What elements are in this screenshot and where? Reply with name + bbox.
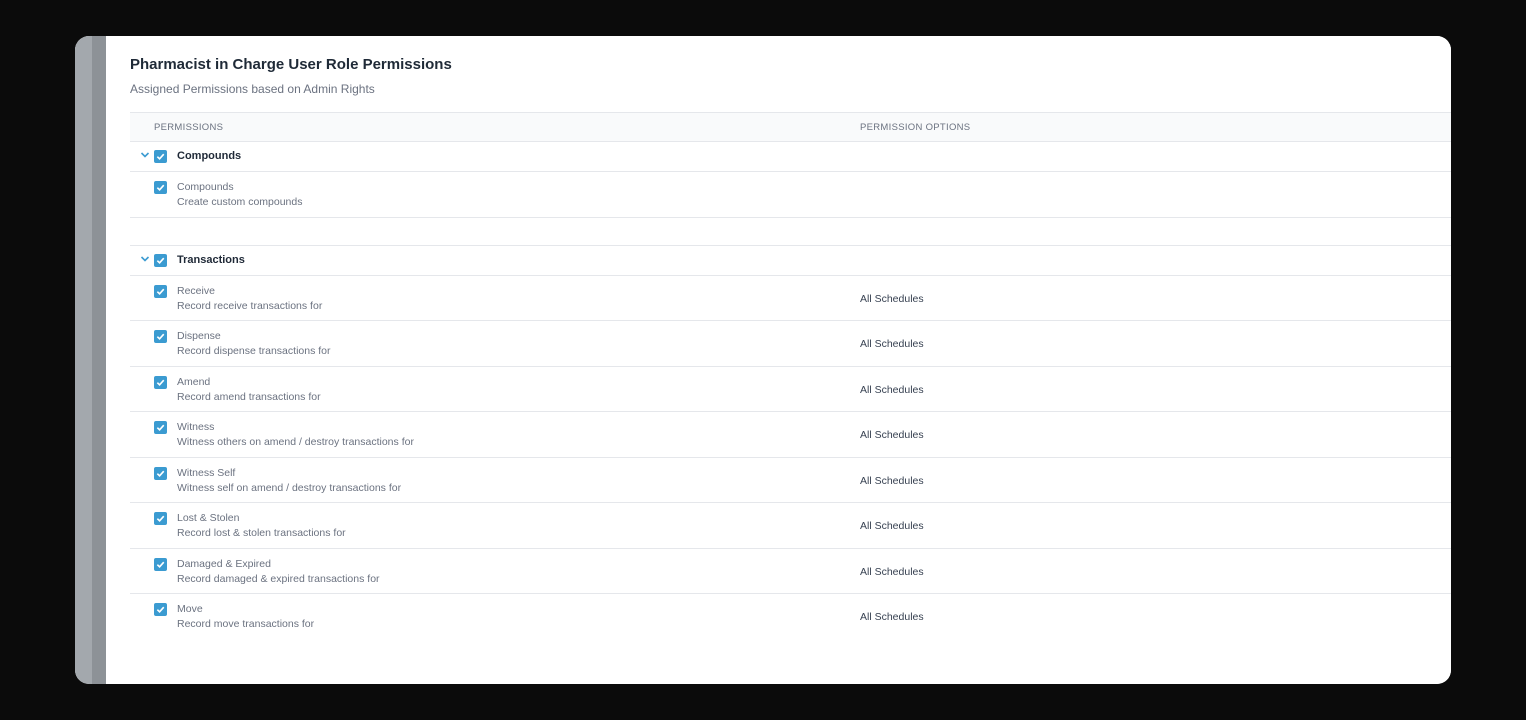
permission-name: Compounds [177, 181, 234, 193]
app-window: Pharmacist in Charge User Role Permissio… [75, 36, 1451, 684]
checkbox-witness[interactable] [154, 421, 167, 434]
permission-option[interactable]: All Schedules [860, 566, 924, 578]
permission-description: Record receive transactions for [177, 299, 323, 312]
checkmark-icon [156, 515, 165, 523]
permission-option[interactable]: All Schedules [860, 293, 924, 305]
checkbox-receive[interactable] [154, 284, 167, 298]
permission-description: Record move transactions for [177, 618, 315, 630]
permission-option[interactable]: All Schedules [860, 384, 924, 396]
checkmark-icon [156, 184, 165, 192]
chevron-down-icon[interactable] [140, 150, 150, 160]
table-row-amend: Amend Record amend transactions for All … [130, 367, 1451, 412]
table-row-receive: Receive Record receive transactions for … [130, 276, 1451, 321]
checkmark-icon [156, 379, 165, 386]
permissions-panel: Pharmacist in Charge User Role Permissio… [106, 36, 1451, 684]
permission-option[interactable]: All Schedules [860, 475, 924, 487]
permission-description: Record lost & stolen transactions for [177, 527, 346, 539]
permission-option[interactable]: All Schedules [860, 611, 924, 623]
checkmark-icon [156, 333, 165, 341]
table-row-lost-stolen: Lost & Stolen Record lost & stolen trans… [130, 503, 1451, 549]
permission-description: Witness self on amend / destroy transact… [177, 481, 402, 494]
permission-name: Receive [177, 284, 215, 297]
checkbox-lost-stolen[interactable] [154, 512, 167, 525]
group-spacer [130, 218, 1451, 246]
table-row-witness: Witness Witness others on amend / destro… [130, 412, 1451, 458]
group-row-transactions: Transactions [130, 246, 1451, 276]
group-label: Transactions [177, 253, 245, 266]
permission-description: Record amend transactions for [177, 390, 321, 403]
table-row-compounds: Compounds Create custom compounds [130, 172, 1451, 218]
page-title: Pharmacist in Charge User Role Permissio… [130, 56, 452, 73]
checkmark-icon [156, 470, 165, 477]
permission-option[interactable]: All Schedules [860, 338, 924, 350]
checkmark-icon [156, 561, 165, 568]
table-header: PERMISSIONS PERMISSION OPTIONS [130, 112, 1451, 142]
permission-description: Record damaged & expired transactions fo… [177, 572, 380, 585]
column-header-permissions: PERMISSIONS [154, 122, 224, 133]
chevron-down-icon[interactable] [140, 254, 150, 264]
permission-name: Witness Self [177, 466, 236, 479]
table-row-damaged-expired: Damaged & Expired Record damaged & expir… [130, 549, 1451, 594]
permission-option[interactable]: All Schedules [860, 520, 924, 532]
background-page-edge [92, 36, 106, 684]
table-row-witness-self: Witness Self Witness self on amend / des… [130, 458, 1451, 503]
checkbox-group-transactions[interactable] [154, 253, 167, 267]
checkmark-icon [156, 153, 165, 161]
column-header-permission-options: PERMISSION OPTIONS [860, 122, 971, 133]
page-subtitle: Assigned Permissions based on Admin Righ… [130, 82, 375, 96]
permission-name: Amend [177, 375, 211, 388]
checkmark-icon [156, 606, 165, 614]
permission-description: Create custom compounds [177, 196, 303, 208]
permission-name: Move [177, 603, 203, 615]
table-row-dispense: Dispense Record dispense transactions fo… [130, 321, 1451, 367]
checkmark-icon [156, 257, 165, 264]
group-row-compounds: Compounds [130, 142, 1451, 172]
checkbox-witness-self[interactable] [154, 466, 167, 480]
checkmark-icon [156, 288, 165, 295]
permission-name: Dispense [177, 330, 221, 342]
group-label: Compounds [177, 150, 242, 162]
permission-description: Record dispense transactions for [177, 345, 331, 357]
permission-option[interactable]: All Schedules [860, 429, 924, 441]
checkbox-compounds[interactable] [154, 181, 167, 194]
checkmark-icon [156, 424, 165, 432]
checkbox-move[interactable] [154, 603, 167, 616]
checkbox-dispense[interactable] [154, 330, 167, 343]
permission-name: Lost & Stolen [177, 512, 240, 524]
permission-name: Witness [177, 421, 215, 433]
permissions-table: PERMISSIONS PERMISSION OPTIONS Compounds… [130, 112, 1451, 639]
checkbox-damaged-expired[interactable] [154, 557, 167, 571]
checkbox-group-compounds[interactable] [154, 150, 167, 163]
checkbox-amend[interactable] [154, 375, 167, 389]
permission-name: Damaged & Expired [177, 557, 271, 570]
permission-description: Witness others on amend / destroy transa… [177, 436, 414, 448]
table-row-move: Move Record move transactions for All Sc… [130, 594, 1451, 639]
